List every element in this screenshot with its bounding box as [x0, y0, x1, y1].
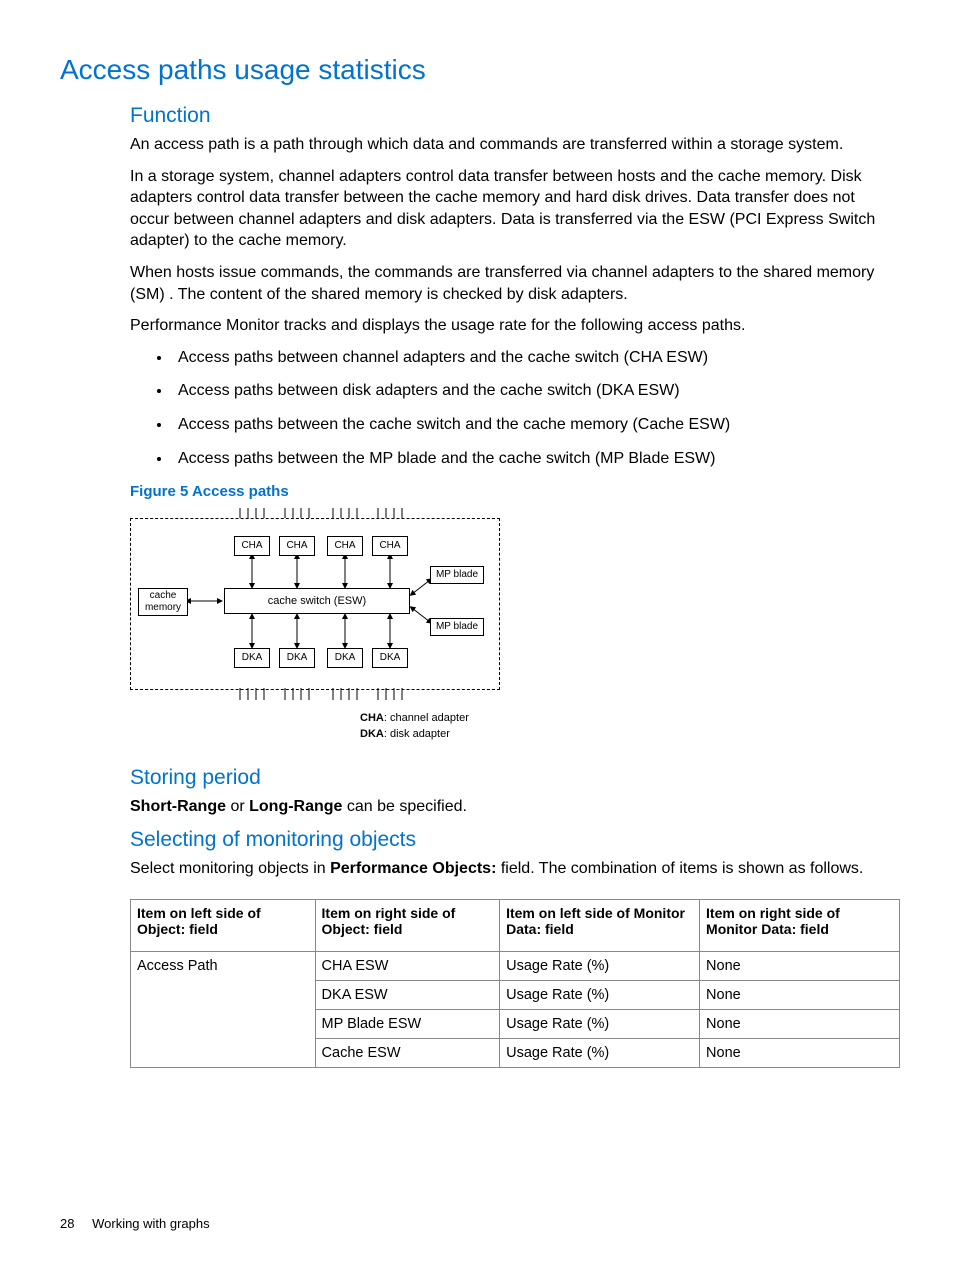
perf-objects-label: Performance Objects: — [330, 860, 496, 877]
figure-legend: CHA: channel adapter DKA: disk adapter — [360, 712, 894, 740]
th-object-left: Item on left side of Object: field — [131, 900, 316, 952]
chapter-name: Working with graphs — [92, 1216, 210, 1231]
cha-box: CHA — [327, 536, 363, 556]
storing-period-text: Short-Range or Long-Range can be specifi… — [130, 796, 894, 818]
esw-box: cache switch (ESW) — [224, 588, 410, 614]
selecting-objects-heading: Selecting of monitoring objects — [130, 828, 894, 852]
table-row: Access Path CHA ESW Usage Rate (%) None — [131, 952, 900, 981]
table-header-row: Item on left side of Object: field Item … — [131, 900, 900, 952]
cell-monitor-left: Usage Rate (%) — [500, 1010, 700, 1039]
function-p2: In a storage system, channel adapters co… — [130, 166, 894, 252]
legend-cha: CHA: channel adapter — [360, 712, 894, 724]
legend-dka: DKA: disk adapter — [360, 728, 894, 740]
function-section: Function An access path is a path throug… — [130, 104, 894, 879]
cache-memory-label-2: memory — [145, 602, 181, 613]
cell-object-right: MP Blade ESW — [315, 1010, 500, 1039]
cell-monitor-right: None — [700, 1010, 900, 1039]
sel-before: Select monitoring objects in — [130, 860, 330, 877]
monitor-table: Item on left side of Object: field Item … — [130, 899, 900, 1068]
page: Access paths usage statistics Function A… — [0, 0, 954, 1271]
list-item: Access paths between channel adapters an… — [172, 347, 894, 369]
dka-box: DKA — [372, 648, 408, 668]
cache-memory-box: cache memory — [138, 588, 188, 616]
dka-box: DKA — [234, 648, 270, 668]
access-paths-list: Access paths between channel adapters an… — [130, 347, 894, 469]
list-item: Access paths between the cache switch an… — [172, 414, 894, 436]
th-monitor-right: Item on right side of Monitor Data: fiel… — [700, 900, 900, 952]
cha-box: CHA — [279, 536, 315, 556]
cell-monitor-left: Usage Rate (%) — [500, 1039, 700, 1068]
function-p4: Performance Monitor tracks and displays … — [130, 315, 894, 337]
dka-box: DKA — [327, 648, 363, 668]
cell-monitor-left: Usage Rate (%) — [500, 952, 700, 981]
cell-object-right: Cache ESW — [315, 1039, 500, 1068]
cha-box: CHA — [234, 536, 270, 556]
mp-blade-box: MP blade — [430, 618, 484, 636]
list-item: Access paths between disk adapters and t… — [172, 380, 894, 402]
sel-after: field. The combination of items is shown… — [496, 860, 863, 877]
function-p1: An access path is a path through which d… — [130, 134, 894, 156]
cell-object-right: CHA ESW — [315, 952, 500, 981]
selecting-objects-text: Select monitoring objects in Performance… — [130, 858, 894, 880]
mp-blade-box: MP blade — [430, 566, 484, 584]
cell-object-left: Access Path — [131, 952, 316, 1068]
cell-monitor-right: None — [700, 1039, 900, 1068]
cell-object-right: DKA ESW — [315, 981, 500, 1010]
storing-after: can be specified. — [342, 798, 467, 815]
th-object-right: Item on right side of Object: field — [315, 900, 500, 952]
long-range-label: Long-Range — [249, 798, 342, 815]
function-p3: When hosts issue commands, the commands … — [130, 262, 894, 305]
cha-box: CHA — [372, 536, 408, 556]
page-title: Access paths usage statistics — [60, 54, 894, 86]
short-range-label: Short-Range — [130, 798, 226, 815]
cache-memory-label-1: cache — [150, 590, 177, 601]
cell-monitor-right: None — [700, 981, 900, 1010]
list-item: Access paths between the MP blade and th… — [172, 448, 894, 470]
page-number: 28 — [60, 1216, 74, 1231]
page-footer: 28 Working with graphs — [60, 1216, 210, 1231]
or-text: or — [226, 798, 249, 815]
figure-access-paths: CHA CHA CHA CHA cache memory cache switc… — [130, 508, 500, 708]
cell-monitor-left: Usage Rate (%) — [500, 981, 700, 1010]
storing-period-heading: Storing period — [130, 766, 894, 790]
dka-box: DKA — [279, 648, 315, 668]
figure-caption: Figure 5 Access paths — [130, 483, 894, 500]
cell-monitor-right: None — [700, 952, 900, 981]
function-heading: Function — [130, 104, 894, 128]
th-monitor-left: Item on left side of Monitor Data: field — [500, 900, 700, 952]
